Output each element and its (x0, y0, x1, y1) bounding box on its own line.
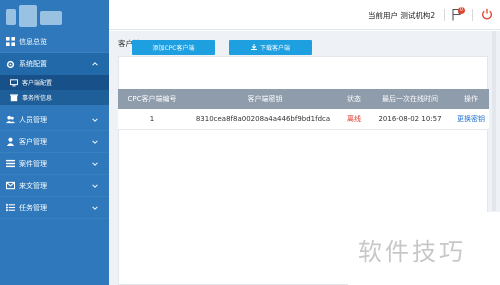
watermark-text: 软件技巧 (358, 238, 466, 266)
column-header: 客户端密钥 (247, 95, 283, 103)
people-icon (6, 115, 15, 124)
task-icon (6, 203, 15, 212)
last-online-cell: 2016-08-02 10:57 (378, 115, 442, 123)
download-client-label: 下载客户端 (259, 45, 290, 52)
change-key-link[interactable]: 更换密钥 (457, 109, 485, 130)
sidebar-item-overview[interactable]: 信息总览 (0, 31, 109, 53)
app-logo (6, 3, 66, 29)
column-header: 操作 (464, 95, 478, 103)
sidebar-item-label: 任务管理 (19, 203, 47, 212)
system-config-submenu: 客户端配置 事务所信息 (0, 75, 109, 105)
sidebar-item-label: 信息总览 (19, 37, 47, 46)
sidebar-item-tasks[interactable]: 任务管理 (0, 197, 109, 219)
watermark: 软件技巧 (348, 212, 500, 285)
sidebar-item-incoming-docs[interactable]: 来文管理 (0, 175, 109, 197)
chevron-down-icon (92, 118, 98, 122)
chevron-down-icon (92, 206, 98, 210)
table-header: CPC客户端编号 客户端密钥 状态 最后一次在线时间 操作 (118, 89, 489, 109)
sidebar-item-label: 人员管理 (19, 115, 47, 124)
chevron-down-icon (92, 184, 98, 188)
client-key-cell: 8310cea8f8a00208a4a446bf9bd1fdca (195, 115, 331, 123)
sidebar-item-label: 事务所信息 (22, 95, 53, 102)
sidebar-nav: 信息总览 系统配置 客户端配置 事务所信息 人员管理 客户管理 案件管理 来文管… (0, 31, 109, 219)
sidebar-item-label: 客户管理 (19, 137, 47, 146)
list-icon (6, 159, 15, 168)
power-icon[interactable] (481, 8, 493, 20)
top-header: 当前用户 测试机构2 0 (109, 0, 500, 30)
chevron-down-icon (92, 140, 98, 144)
column-header: 状态 (347, 95, 361, 103)
chevron-up-icon (92, 62, 98, 66)
column-header: 最后一次在线时间 (382, 95, 438, 103)
notification-badge: 0 (458, 7, 465, 14)
building-icon (10, 93, 18, 102)
sidebar-item-cases[interactable]: 案件管理 (0, 153, 109, 175)
sidebar-item-firm-info[interactable]: 事务所信息 (0, 90, 109, 105)
download-icon (250, 43, 257, 52)
sidebar-item-label: 客户端配置 (22, 80, 53, 87)
sidebar-item-system-config[interactable]: 系统配置 (0, 53, 109, 75)
user-icon (6, 137, 15, 146)
header-divider (444, 9, 445, 21)
chevron-down-icon (92, 162, 98, 166)
current-user-label: 当前用户 测试机构2 (368, 11, 436, 20)
page-scrollbar[interactable] (492, 31, 496, 211)
add-cpc-client-label: 添加CPC客户端 (152, 45, 195, 52)
sidebar-item-label: 来文管理 (19, 181, 47, 190)
sidebar-item-staff[interactable]: 人员管理 (0, 109, 109, 131)
sidebar-item-clients[interactable]: 客户管理 (0, 131, 109, 153)
sidebar-item-client-config[interactable]: 客户端配置 (0, 75, 109, 90)
dashboard-icon (6, 37, 15, 46)
client-id-cell: 1 (149, 115, 155, 123)
gear-icon (6, 60, 15, 69)
status-badge: 离线 (347, 115, 361, 123)
header-divider (472, 9, 473, 21)
add-cpc-client-button[interactable]: 添加CPC客户端 (132, 40, 215, 55)
sidebar-item-label: 案件管理 (19, 159, 47, 168)
table-row: 1 8310cea8f8a00208a4a446bf9bd1fdca 离线 20… (118, 109, 489, 130)
sidebar-item-label: 系统配置 (19, 60, 47, 68)
sidebar: 信息总览 系统配置 客户端配置 事务所信息 人员管理 客户管理 案件管理 来文管… (0, 0, 109, 285)
download-client-button[interactable]: 下载客户端 (229, 40, 312, 55)
mail-icon (6, 181, 15, 190)
notification-flag-icon[interactable]: 0 (451, 7, 465, 22)
column-header: CPC客户端编号 (127, 95, 177, 103)
monitor-icon (10, 78, 18, 87)
